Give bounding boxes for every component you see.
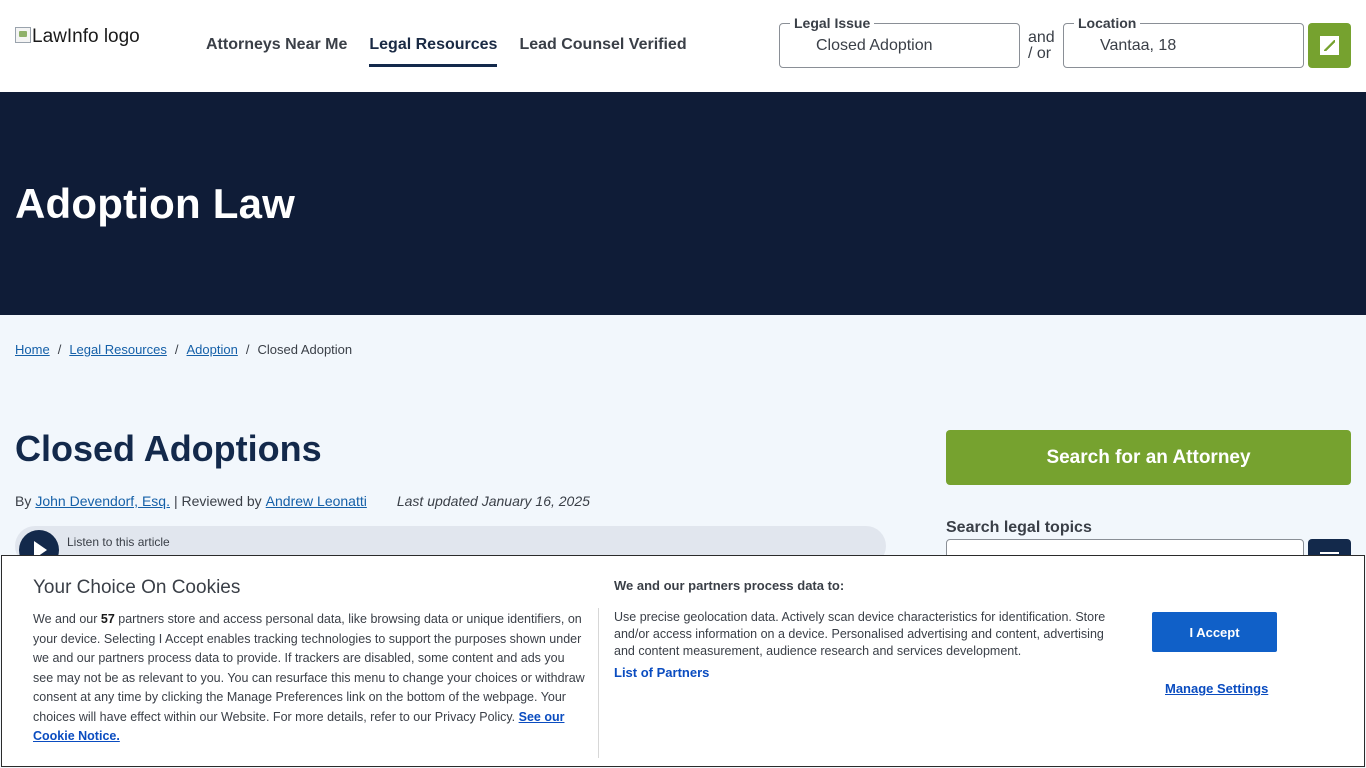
- nav-lead-counsel-verified[interactable]: Lead Counsel Verified: [519, 0, 686, 67]
- breadcrumb-adoption[interactable]: Adoption: [187, 342, 238, 357]
- nav-attorneys-near-me[interactable]: Attorneys Near Me: [206, 0, 347, 67]
- cookie-divider: [598, 608, 599, 758]
- main-nav: Attorneys Near Me Legal Resources Lead C…: [206, 0, 687, 92]
- breadcrumb-legal-resources[interactable]: Legal Resources: [69, 342, 167, 357]
- accept-button[interactable]: I Accept: [1152, 612, 1277, 652]
- partner-count: 57: [100, 612, 115, 626]
- purposes-title: We and our partners process data to:: [614, 578, 845, 593]
- cookie-banner: Your Choice On Cookies We and our 57 par…: [1, 555, 1365, 767]
- search-submit-button[interactable]: [1308, 23, 1351, 68]
- search-attorney-button[interactable]: Search for an Attorney: [946, 430, 1351, 485]
- byline: By John Devendorf, Esq. | Reviewed by An…: [15, 493, 590, 509]
- logo-alt-text: LawInfo logo: [32, 26, 140, 47]
- breadcrumb-home[interactable]: Home: [15, 342, 50, 357]
- reviewer-link[interactable]: Andrew Leonatti: [266, 493, 367, 509]
- breadcrumb-separator: /: [245, 342, 250, 357]
- broken-image-icon: [15, 27, 31, 43]
- lawinfo-logo[interactable]: LawInfo logo: [15, 26, 140, 48]
- location-value[interactable]: Vantaa, 18: [1100, 37, 1176, 55]
- last-updated: Last updated January 16, 2025: [396, 493, 590, 509]
- article-title: Closed Adoptions: [15, 428, 322, 469]
- hero-banner: Adoption Law: [0, 92, 1366, 315]
- manage-settings-link[interactable]: Manage Settings: [1165, 681, 1268, 696]
- site-header: LawInfo logo Attorneys Near Me Legal Res…: [0, 0, 1366, 92]
- nav-legal-resources[interactable]: Legal Resources: [369, 0, 498, 67]
- byline-by: By: [15, 493, 32, 509]
- cookie-description: We and our 57 partners store and access …: [33, 612, 585, 743]
- cookie-title: Your Choice On Cookies: [33, 577, 241, 598]
- legal-issue-legend: Legal Issue: [790, 15, 875, 31]
- byline-reviewed: | Reviewed by: [173, 493, 262, 509]
- and-or-label: and / or: [1028, 29, 1055, 62]
- breadcrumb: Home / Legal Resources / Adoption / Clos…: [15, 342, 352, 357]
- location-field[interactable]: Location Vantaa, 18: [1063, 15, 1304, 68]
- legal-issue-field[interactable]: Legal Issue Closed Adoption: [779, 15, 1020, 68]
- hero-title: Adoption Law: [15, 180, 296, 227]
- list-of-partners-link[interactable]: List of Partners: [614, 665, 709, 680]
- legal-issue-value[interactable]: Closed Adoption: [816, 37, 933, 55]
- author-link[interactable]: John Devendorf, Esq.: [35, 493, 170, 509]
- listen-label: Listen to this article: [67, 535, 170, 549]
- edit-icon: [1320, 36, 1339, 55]
- purposes-text: Use precise geolocation data. Actively s…: [614, 610, 1106, 658]
- search-topics-label: Search legal topics: [946, 519, 1092, 536]
- breadcrumb-separator: /: [57, 342, 62, 357]
- breadcrumb-current: Closed Adoption: [257, 342, 353, 357]
- breadcrumb-separator: /: [174, 342, 179, 357]
- location-legend: Location: [1074, 15, 1141, 31]
